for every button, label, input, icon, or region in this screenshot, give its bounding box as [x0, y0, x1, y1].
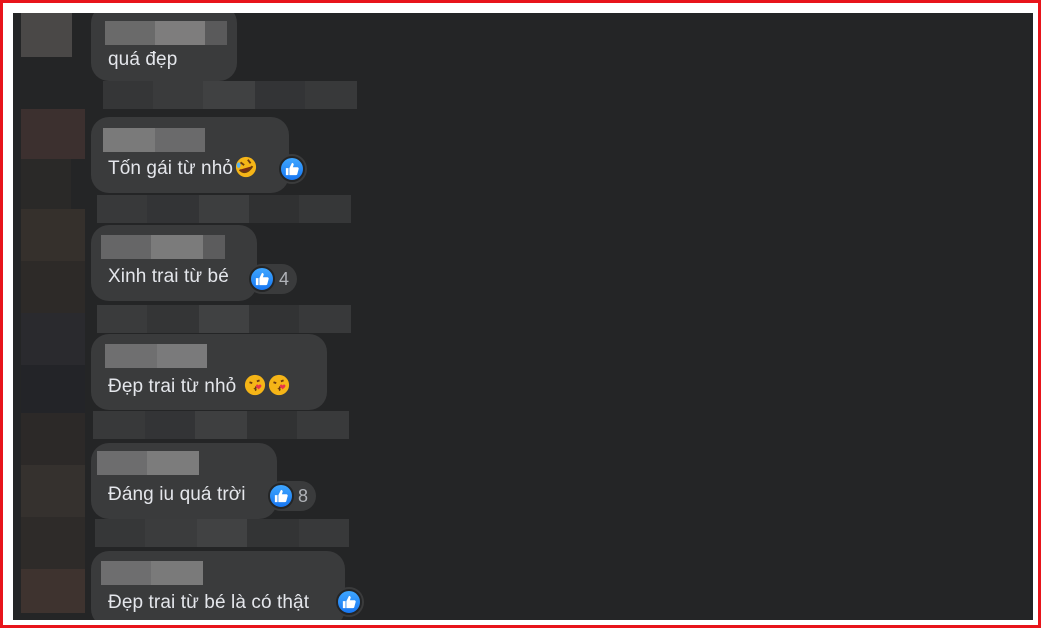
thumbs-up-icon [249, 266, 275, 292]
author-name-blurred [105, 344, 207, 368]
comment-actions-blurred [97, 305, 351, 333]
avatar [21, 517, 85, 569]
comment-text: Đáng iu quá trời [108, 484, 246, 505]
avatar [21, 109, 85, 159]
comment-text: Đẹp trai từ bé là có thật [108, 592, 310, 613]
comment-actions-blurred [95, 519, 349, 547]
like-reaction[interactable]: 8 [266, 481, 317, 511]
kissing-heart-emoji [244, 374, 265, 396]
like-reaction[interactable] [277, 154, 307, 184]
comment-actions-blurred [103, 81, 357, 109]
comments-panel: quá đẹp Tốn gái từ nhỏ Xinh trai từ bé 4 [13, 13, 1033, 620]
avatar [21, 209, 85, 261]
author-name-blurred [101, 235, 225, 259]
author-name-blurred [105, 21, 227, 45]
avatar [21, 569, 85, 613]
avatar [21, 365, 85, 413]
avatar [21, 261, 85, 313]
comment-actions-blurred [93, 411, 349, 439]
comment-text-content: Đẹp trai từ nhỏ [108, 376, 237, 397]
thumbs-up-icon [336, 589, 362, 615]
thumbs-up-icon [279, 156, 305, 182]
avatar [21, 313, 85, 365]
like-reaction[interactable] [334, 587, 364, 617]
like-reaction[interactable]: 4 [247, 264, 298, 294]
author-name-blurred [97, 451, 199, 475]
comment-text: quá đẹp [108, 49, 178, 70]
avatar-column [21, 13, 85, 620]
comment-actions-blurred [97, 195, 351, 223]
avatar [21, 13, 72, 57]
author-name-blurred [103, 128, 205, 152]
avatar [21, 159, 71, 209]
comment-text-content: Tốn gái từ nhỏ [108, 158, 234, 179]
like-count: 4 [279, 268, 290, 289]
comment-text: Tốn gái từ nhỏ [108, 156, 257, 180]
screenshot-frame: quá đẹp Tốn gái từ nhỏ Xinh trai từ bé 4 [0, 0, 1041, 628]
kissing-heart-emoji [268, 374, 289, 396]
rolling-laugh-emoji [235, 156, 257, 178]
like-count: 8 [298, 485, 309, 506]
comment-text: Đẹp trai từ nhỏ [108, 374, 290, 398]
comment-text: Xinh trai từ bé [108, 266, 229, 287]
avatar [21, 465, 85, 517]
avatar [21, 413, 85, 465]
author-name-blurred [101, 561, 203, 585]
thumbs-up-icon [268, 483, 294, 509]
